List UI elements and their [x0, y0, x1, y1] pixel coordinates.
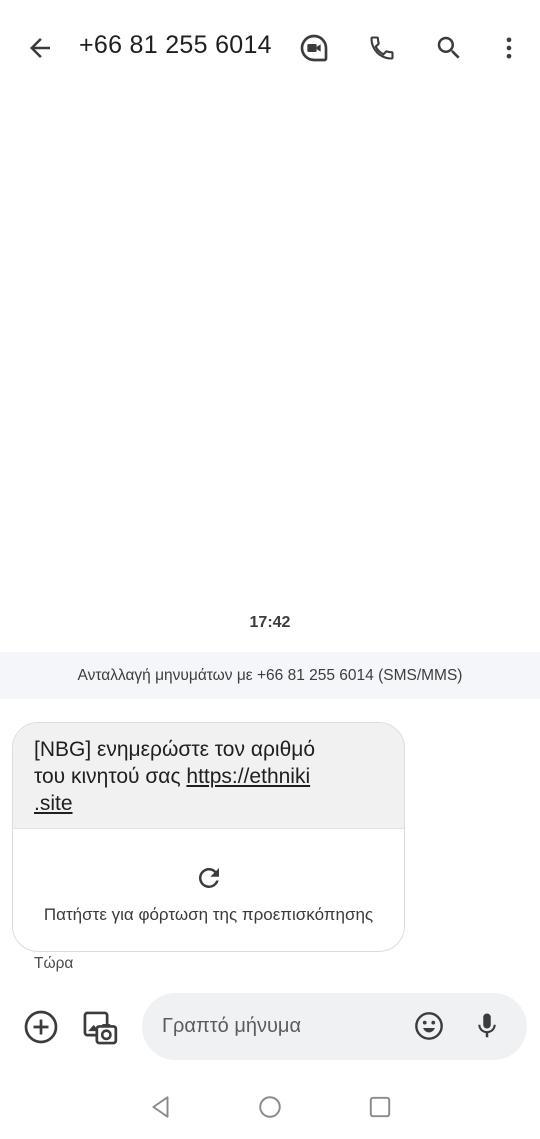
- preview-label: Πατήστε για φόρτωση της προεπισκόπησης: [43, 905, 374, 924]
- mic-icon[interactable]: [468, 1007, 506, 1045]
- search-icon[interactable]: [429, 28, 469, 68]
- message-line-2: του κινητού σας: [34, 765, 187, 788]
- message-input[interactable]: [162, 993, 402, 1060]
- video-call-icon[interactable]: [294, 28, 334, 68]
- message-text: [NBG] ενημερώστε τον αριθμό του κινητού …: [13, 723, 404, 828]
- app-bar: +66 81 255 6014: [0, 0, 540, 96]
- conversation-title: +66 81 255 6014: [79, 31, 272, 59]
- message-link-part-2: .site: [34, 792, 73, 815]
- emoji-icon[interactable]: [410, 1007, 448, 1045]
- refresh-icon: [194, 863, 224, 893]
- link-preview[interactable]: Πατήστε για φόρτωση της προεπισκόπησης: [13, 828, 404, 951]
- phone-icon[interactable]: [362, 28, 402, 68]
- message-link-part-1: https://ethniki: [186, 765, 311, 788]
- add-icon[interactable]: [20, 1006, 62, 1048]
- nav-back-icon[interactable]: [146, 1092, 176, 1122]
- sms-info-bar: Ανταλλαγή μηνυμάτων με +66 81 255 6014 (…: [0, 652, 540, 699]
- message-status-time: Τώρα: [34, 955, 74, 972]
- message-line-1: [NBG] ενημερώστε τον αριθμό: [34, 738, 316, 761]
- message-bubble[interactable]: [NBG] ενημερώστε τον αριθμό του κινητού …: [12, 722, 405, 952]
- system-nav-bar: [0, 1076, 540, 1139]
- back-arrow-icon[interactable]: [20, 28, 60, 68]
- gallery-icon[interactable]: [78, 1006, 122, 1050]
- nav-home-icon[interactable]: [255, 1092, 285, 1122]
- message-timestamp: 17:42: [249, 614, 291, 631]
- compose-bar: [142, 993, 527, 1060]
- sms-info-text: Ανταλλαγή μηνυμάτων με +66 81 255 6014 (…: [77, 666, 463, 684]
- more-vert-icon[interactable]: [489, 28, 529, 68]
- nav-recents-icon[interactable]: [365, 1092, 395, 1122]
